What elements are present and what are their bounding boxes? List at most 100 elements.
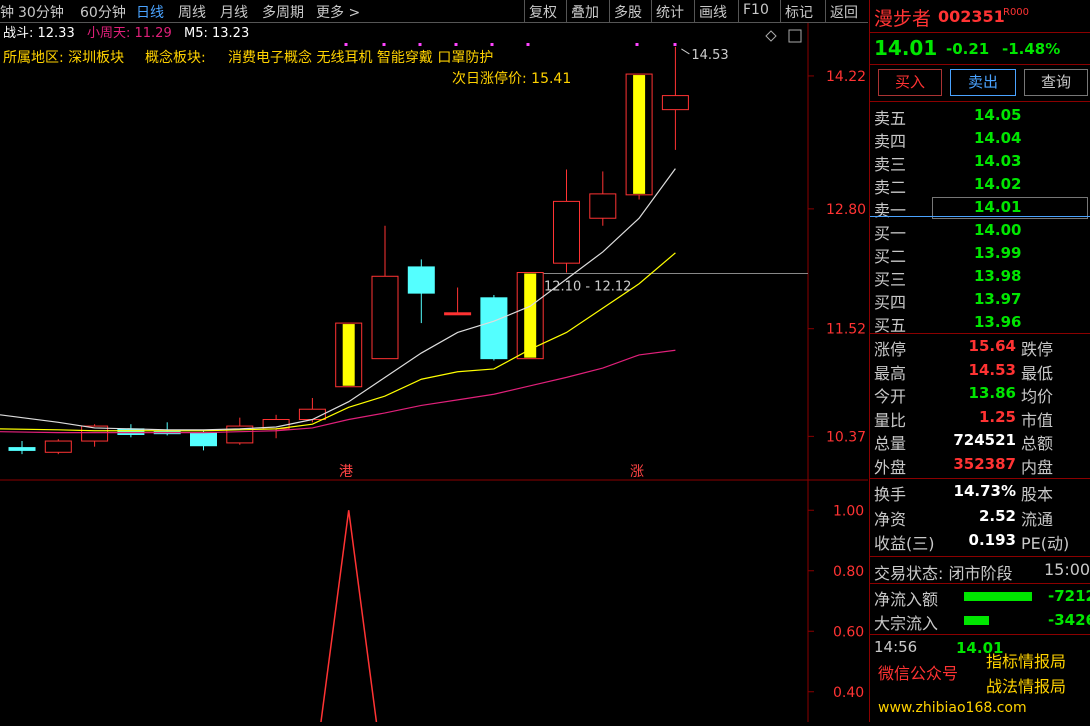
diamond-icon — [765, 30, 777, 42]
next-limit-price: 次日涨停价: 15.41 — [452, 70, 571, 87]
buy-level-row[interactable]: 买一 14.00 — [874, 220, 1088, 243]
buy-level-label: 买一 — [874, 224, 907, 243]
sell-level-row[interactable]: 卖四 14.04 — [874, 128, 1088, 151]
stat-label-right: PE(动) — [1021, 534, 1070, 553]
watermark-url: www.zhibiao168.com — [878, 700, 1027, 716]
trade-status-text: 交易状态: 闭市阶段 — [874, 564, 1013, 583]
marker-dot — [673, 43, 677, 46]
stat-value: 2.52 — [978, 506, 1016, 525]
stat-label: 今开 — [874, 387, 907, 406]
marker-zhang: 涨 — [630, 464, 644, 480]
stat-label-right: 流通 — [1021, 509, 1054, 529]
toolbar-btn-4[interactable]: 画线 — [699, 2, 727, 22]
stat-value: 0.193 — [968, 531, 1016, 549]
price-change: -0.21 — [946, 40, 990, 58]
stat-row: 最高 14.53 最低 — [874, 360, 1088, 383]
watermark-wechat: 微信公众号 — [878, 664, 959, 683]
stat-label: 量比 — [874, 410, 907, 430]
buy-level-label: 买三 — [874, 270, 907, 289]
toolbar-divider — [694, 0, 695, 22]
candle-body — [117, 428, 145, 435]
square-icon — [788, 29, 802, 43]
trade-status-row: 交易状态: 闭市阶段 15:00 — [874, 560, 1090, 583]
candle-body — [661, 95, 689, 111]
tab-period-5[interactable]: 月线 — [220, 2, 248, 22]
chart-area[interactable]: 14.22 12.80 11.52 10.37 战斗: 12.33 小周天: 11.29 M… — [0, 23, 868, 725]
sell-level-row[interactable]: 卖五 14.05 — [874, 105, 1088, 128]
marker-dot — [382, 43, 386, 46]
buy-button[interactable]: 买入 — [878, 69, 942, 96]
sell-level-row[interactable]: 卖二 14.02 — [874, 174, 1088, 197]
price-axis-label: 10.37 — [826, 429, 866, 445]
stat-label-right: 内盘 — [1021, 457, 1054, 477]
limit-up-marker — [524, 273, 537, 358]
stat-value: 724521 — [953, 431, 1016, 449]
price-axis-label: 14.22 — [826, 69, 866, 85]
trade-status-time: 15:00 — [1044, 560, 1090, 579]
tab-period-6[interactable]: 多周期 — [262, 2, 304, 22]
watermark-brand2: 战法情报局 — [986, 677, 1067, 696]
stat-label: 涨停 — [874, 340, 907, 359]
sub-axis-label: 0.40 — [833, 685, 864, 701]
toolbar-btn-5[interactable]: F10 — [743, 2, 769, 18]
toolbar-btn-0[interactable]: 复权 — [529, 2, 557, 22]
sell-level-label: 卖三 — [874, 155, 907, 174]
toolbar-btn-1[interactable]: 叠加 — [571, 2, 599, 22]
sub-axis-label: 0.80 — [833, 564, 864, 580]
tab-period-1[interactable]: 30分钟 — [18, 2, 64, 22]
stat-label: 总量 — [874, 434, 907, 453]
stat-row: 量比 1.25 市值 — [874, 407, 1088, 430]
flow-bar — [964, 616, 989, 625]
stat-row: 收益(三) 0.193 PE(动) — [874, 530, 1088, 553]
buy-level-price: 13.96 — [974, 313, 1022, 331]
tab-period-4[interactable]: 周线 — [178, 2, 206, 22]
stat-row: 总量 724521 总额 — [874, 430, 1088, 453]
toolbar-btn-2[interactable]: 多股 — [614, 2, 642, 22]
marker-dot — [454, 43, 458, 46]
kline-chart[interactable]: 14.22 12.80 11.52 10.37 战斗: 12.33 小周天: 11.29 M… — [0, 23, 868, 725]
sell-button[interactable]: 卖出 — [950, 69, 1016, 96]
sell-level-price: 14.02 — [974, 175, 1022, 193]
tab-period-3[interactable]: 日线 — [136, 2, 164, 22]
concept-items: 消费电子概念 无线耳机 智能穿戴 口罩防护 — [228, 49, 493, 66]
stat-row: 涨停 15.64 跌停 — [874, 336, 1088, 359]
buy-level-row[interactable]: 买二 13.99 — [874, 243, 1088, 266]
candle-body — [553, 200, 580, 264]
buy-level-row[interactable]: 买五 13.96 — [874, 312, 1088, 335]
tab-period-2[interactable]: 60分钟 — [80, 2, 126, 22]
tab-period-7[interactable]: 更多 > — [316, 2, 360, 22]
stock-code: 002351 — [938, 7, 1005, 26]
high-arrow-line — [681, 48, 690, 55]
toolbar-divider — [524, 0, 525, 22]
flow-value: -3426 — [1048, 611, 1090, 629]
candle-body — [298, 408, 326, 421]
stat-row: 外盘 352387 内盘 — [874, 454, 1088, 477]
toolbar-btn-6[interactable]: 标记 — [785, 2, 813, 22]
sub-axis-label: 0.60 — [833, 624, 864, 640]
buy-level-row[interactable]: 买四 13.97 — [874, 289, 1088, 312]
flow-label: 净流入额 — [874, 590, 939, 609]
stat-label-right: 总额 — [1021, 434, 1054, 453]
sell-level-label: 卖一 — [874, 201, 907, 220]
price-change-pct: -1.48% — [1002, 40, 1061, 58]
stat-row: 换手 14.73% 股本 — [874, 481, 1088, 504]
stat-label-right: 股本 — [1021, 485, 1054, 504]
period-toolbar: 钟 30分钟 60分钟 日线 周线 月线 多周期 更多 > 复权 叠加 多股 统计 画线 F10 标记 返回 — [0, 0, 868, 23]
toolbar-divider — [566, 0, 567, 22]
buy-level-label: 买二 — [874, 247, 907, 266]
toolbar-btn-3[interactable]: 统计 — [656, 2, 684, 22]
toolbar-btn-7[interactable]: 返回 — [830, 2, 858, 22]
sell-level-row[interactable]: 卖三 14.03 — [874, 151, 1088, 174]
stat-value: 15.64 — [968, 337, 1016, 355]
tab-period-0[interactable]: 钟 — [0, 2, 14, 22]
stock-name: 漫步者 — [874, 8, 932, 30]
query-button[interactable]: 查询 — [1024, 69, 1088, 96]
toolbar-divider — [780, 0, 781, 22]
candle-body — [371, 275, 399, 360]
stat-value: 13.86 — [968, 384, 1016, 402]
stat-label: 最高 — [874, 363, 907, 383]
quote-panel: 漫步者 002351 R000 14.01 -0.21 -1.48% 买入 卖出… — [869, 0, 1090, 722]
buy-level-row[interactable]: 买三 13.98 — [874, 266, 1088, 289]
marker-dot — [418, 43, 422, 46]
toolbar-divider — [825, 0, 826, 22]
